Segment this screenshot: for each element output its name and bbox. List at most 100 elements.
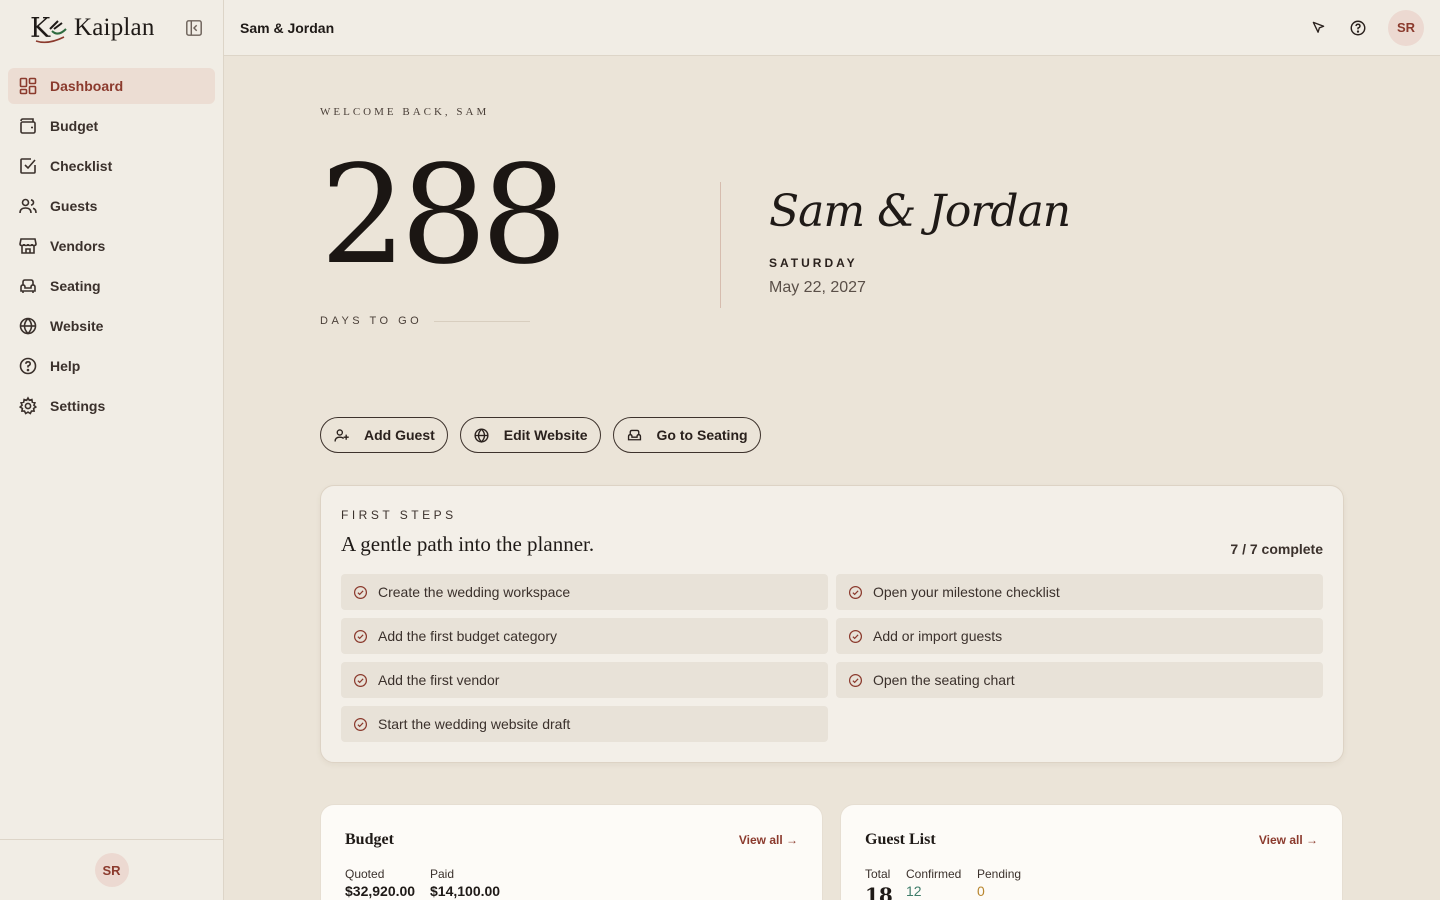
edit-website-label: Edit Website xyxy=(503,427,588,443)
avatar[interactable]: SR xyxy=(1388,9,1424,46)
sidebar-item-label: Vendors xyxy=(50,238,106,254)
first-steps-title: A gentle path into the planner. xyxy=(341,532,595,556)
globe-icon xyxy=(19,317,37,335)
step-item[interactable]: Add the first budget category xyxy=(341,618,828,654)
step-item[interactable]: Add or import guests xyxy=(836,618,1323,654)
step-item[interactable]: Add the first vendor xyxy=(341,662,828,698)
check-circle-icon xyxy=(353,673,368,687)
sidebar-item-guests[interactable]: Guests xyxy=(8,188,215,224)
step-item[interactable]: Open your milestone checklist xyxy=(836,574,1323,610)
budget-card-title: Budget xyxy=(345,831,394,848)
stat-value: 18 xyxy=(865,883,893,900)
step-label: Open your milestone checklist xyxy=(873,584,1060,600)
add-guest-label: Add Guest xyxy=(364,427,435,443)
days-label: DAYS TO GO xyxy=(320,315,531,327)
step-label: Add the first vendor xyxy=(378,672,500,688)
sidebar-item-label: Guests xyxy=(50,198,98,214)
collapse-sidebar-button[interactable] xyxy=(183,17,205,39)
brand-header: K Kaiplan xyxy=(0,0,223,56)
sidebar-item-settings[interactable]: Settings xyxy=(8,388,215,424)
budget-view-all-link[interactable]: View all → xyxy=(739,833,798,847)
add-guest-button[interactable]: Add Guest xyxy=(320,417,448,453)
go-to-seating-button[interactable]: Go to Seating xyxy=(612,417,761,453)
user-plus-icon xyxy=(334,428,349,441)
sidebar-nav: Dashboard Budget Checklist Guests Vendor… xyxy=(0,56,223,440)
first-steps-card: FIRST STEPS A gentle path into the plann… xyxy=(320,485,1344,763)
check-circle-icon xyxy=(353,629,368,643)
edit-website-button[interactable]: Edit Website xyxy=(459,417,601,453)
stat-label: Confirmed xyxy=(906,867,962,881)
guest-total: Total 18 xyxy=(865,867,893,900)
help-circle-icon xyxy=(1350,20,1366,35)
guest-pending: Pending 0 xyxy=(977,867,1021,899)
sidebar-item-label: Checklist xyxy=(50,158,113,174)
check-circle-icon xyxy=(848,585,863,599)
armchair-icon xyxy=(627,429,641,440)
sidebar-item-label: Settings xyxy=(50,398,106,414)
step-label: Open the seating chart xyxy=(873,672,1015,688)
brand-name: Kaiplan xyxy=(74,14,155,41)
sidebar-item-checklist[interactable]: Checklist xyxy=(8,148,215,184)
panel-left-icon xyxy=(186,20,202,36)
sidebar-item-label: Help xyxy=(50,358,81,374)
sidebar-item-help[interactable]: Help xyxy=(8,348,215,384)
globe-icon xyxy=(474,427,489,443)
guest-list-card: Guest List View all → Total 18 Confirmed… xyxy=(840,804,1343,900)
dashboard-icon xyxy=(19,77,37,95)
vertical-divider xyxy=(720,182,721,308)
guest-card-title: Guest List xyxy=(865,831,936,848)
stat-label: Paid xyxy=(430,867,455,881)
sidebar-item-vendors[interactable]: Vendors xyxy=(8,228,215,264)
store-icon xyxy=(19,238,37,254)
sidebar-footer: SR xyxy=(0,839,223,900)
logo[interactable]: K Kaiplan xyxy=(28,11,155,45)
step-item[interactable]: Open the seating chart xyxy=(836,662,1323,698)
cursor-arrow-icon xyxy=(1312,21,1324,33)
stat-label: Pending xyxy=(977,867,1022,881)
days-countdown: 288 xyxy=(320,137,568,295)
check-circle-icon xyxy=(848,673,863,687)
workspace-title: Sam & Jordan xyxy=(240,19,335,36)
stat-value: $32,920.00 xyxy=(345,883,416,899)
stat-label: Quoted xyxy=(345,867,385,881)
sidebar-item-label: Website xyxy=(50,318,104,334)
help-circle-icon xyxy=(19,357,37,375)
gear-icon xyxy=(18,396,38,415)
go-to-seating-label: Go to Seating xyxy=(656,427,748,443)
step-item[interactable]: Create the wedding workspace xyxy=(341,574,828,610)
sidebar-item-dashboard[interactable]: Dashboard xyxy=(8,68,215,104)
sidebar-item-label: Seating xyxy=(50,278,101,294)
help-button[interactable] xyxy=(1348,18,1368,38)
stat-value: 12 xyxy=(906,883,922,899)
first-steps-eyebrow: FIRST STEPS xyxy=(341,508,457,522)
divider xyxy=(434,320,531,322)
check-circle-icon xyxy=(848,629,863,643)
couple-names: Sam & Jordan xyxy=(769,186,1071,237)
step-label: Add or import guests xyxy=(873,628,1003,644)
avatar[interactable]: SR xyxy=(94,853,129,887)
logo-mark-icon: K xyxy=(30,13,67,44)
wallet-icon xyxy=(20,118,36,134)
quick-actions: Add Guest Edit Website Go to Seating xyxy=(320,417,761,453)
step-label: Start the wedding website draft xyxy=(378,716,571,732)
step-item[interactable]: Start the wedding website draft xyxy=(341,706,828,742)
wedding-date: May 22, 2027 xyxy=(769,279,866,296)
feedback-button[interactable] xyxy=(1308,18,1328,38)
check-circle-icon xyxy=(353,585,368,599)
topbar: Sam & Jordan SR xyxy=(224,0,1440,56)
step-label: Add the first budget category xyxy=(378,628,557,644)
first-steps-list: Create the wedding workspace Open your m… xyxy=(341,574,1323,742)
guest-view-all-link[interactable]: View all → xyxy=(1259,833,1318,847)
sidebar-item-label: Budget xyxy=(50,118,99,134)
sidebar-item-budget[interactable]: Budget xyxy=(8,108,215,144)
guest-confirmed: Confirmed 12 xyxy=(906,867,961,899)
logo-mark-letter: K xyxy=(30,13,51,44)
sidebar-item-label: Dashboard xyxy=(50,78,124,94)
step-label: Create the wedding workspace xyxy=(378,584,571,600)
days-label-text: DAYS TO GO xyxy=(320,315,423,327)
armchair-icon xyxy=(20,279,36,293)
sidebar-item-seating[interactable]: Seating xyxy=(8,268,215,304)
sidebar-item-website[interactable]: Website xyxy=(8,308,215,344)
welcome-text: WELCOME BACK, SAM xyxy=(320,106,490,118)
wedding-weekday: SATURDAY xyxy=(769,256,858,270)
